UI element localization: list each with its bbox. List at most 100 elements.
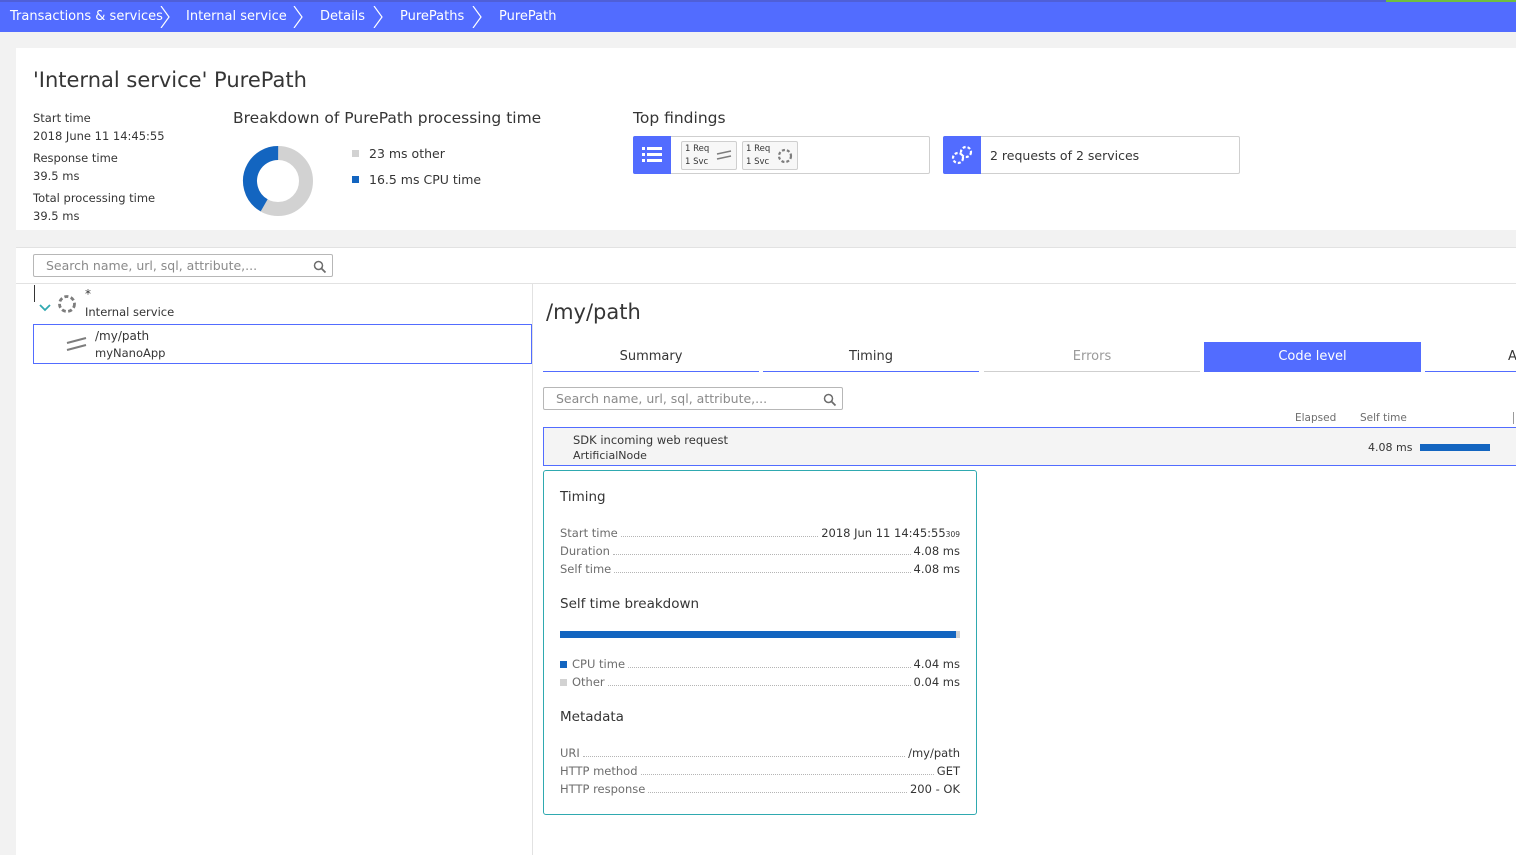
legend-other-swatch (352, 150, 359, 157)
finding-services-text: 2 requests of 2 services (990, 148, 1140, 163)
tree-search-input[interactable] (34, 255, 332, 276)
breadcrumb-label: PurePaths (400, 9, 465, 24)
search-icon[interactable] (313, 259, 327, 278)
method-self-time-bar (1420, 444, 1490, 451)
breadcrumb-purepath[interactable]: PurePath (478, 2, 598, 32)
method-row[interactable]: SDK incoming web request ArtificialNode … (543, 427, 1516, 466)
duration-value: 4.08 ms (913, 544, 960, 558)
code-search[interactable] (543, 387, 843, 410)
tree-root-name[interactable]: * (85, 287, 91, 301)
tree-node-my-path[interactable]: /my/path myNanoApp (33, 324, 532, 364)
finding-chip-web-request[interactable]: 1 Req 1 Svc (681, 141, 737, 170)
search-icon[interactable] (823, 392, 837, 411)
tab-code-level[interactable]: Code level (1204, 342, 1421, 372)
breadcrumb-label: Transactions & services (10, 9, 163, 24)
processing-time-donut[interactable] (242, 145, 314, 217)
self-time-row: Self time 4.08 ms (560, 562, 960, 576)
service-icon (57, 294, 77, 318)
web-request-icon (66, 335, 88, 357)
tree-node-name: /my/path (95, 329, 150, 343)
method-sub: ArtificialNode (573, 449, 647, 462)
breadcrumb-internal-service[interactable]: Internal service (166, 2, 303, 32)
response-time-label: Response time (33, 151, 118, 165)
legend-other-label: 23 ms other (369, 146, 445, 161)
other-time-label: Other (572, 675, 605, 689)
http-response-row: HTTP response 200 - OK (560, 782, 960, 796)
cpu-swatch (560, 661, 567, 668)
response-time-value: 39.5 ms (33, 169, 80, 183)
cpu-time-value: 4.04 ms (913, 657, 960, 671)
other-swatch (560, 679, 567, 686)
breadcrumb-label: Details (320, 9, 366, 24)
tab-summary[interactable]: Summary (543, 342, 759, 372)
tab-errors[interactable]: Errors (984, 342, 1200, 372)
legend-cpu: 16.5 ms CPU time (352, 172, 481, 187)
breadcrumb-purepaths[interactable]: PurePaths (379, 2, 482, 32)
divider (16, 283, 1516, 284)
legend-cpu-swatch (352, 176, 359, 183)
tab-overflow[interactable]: A (1425, 342, 1516, 372)
finding-chip-service[interactable]: 1 Req 1 Svc (742, 141, 798, 170)
code-search-input[interactable] (544, 388, 842, 409)
breadcrumb: Transactions & services Internal service… (0, 2, 1516, 32)
start-time-label: Start time (560, 526, 618, 540)
start-time-main: 2018 Jun 11 14:45:55 (821, 526, 946, 540)
http-method-row: HTTP method GET (560, 764, 960, 778)
tree-node-sub: myNanoApp (95, 346, 166, 360)
top-findings-title: Top findings (633, 109, 726, 127)
metadata-title: Metadata (560, 709, 624, 725)
services-link-icon (943, 136, 981, 174)
start-time-row: Start time 2018 Jun 11 14:45:55309 (560, 526, 960, 540)
text-cursor (34, 285, 35, 302)
self-time-breakdown-title: Self time breakdown (560, 596, 700, 612)
purepath-header-card: 'Internal service' PurePath Start time 2… (16, 48, 1516, 230)
list-icon (633, 136, 671, 174)
uri-value: /my/path (908, 746, 960, 760)
tab-timing[interactable]: Timing (763, 342, 979, 372)
start-time-label: Start time (33, 111, 91, 125)
other-time-row: Other 0.04 ms (560, 675, 960, 689)
self-time-breakdown-bar (560, 631, 960, 638)
purepath-tree-card: * Internal service /my/path myNanoApp /m… (16, 247, 1516, 855)
breadcrumb-transactions-services[interactable]: Transactions & services (0, 2, 170, 32)
method-self-time: 4.08 ms (1368, 441, 1413, 454)
column-self-time[interactable]: Self time (1360, 412, 1407, 424)
cpu-time-row: CPU time 4.04 ms (560, 657, 960, 671)
web-request-icon (716, 148, 732, 167)
other-time-value: 0.04 ms (913, 675, 960, 689)
start-time-ms: 309 (945, 530, 960, 539)
chevron-down-icon[interactable] (38, 298, 52, 317)
uri-row: URI /my/path (560, 746, 960, 760)
finding-requests-chips[interactable]: 1 Req 1 Svc 1 Req 1 Svc (633, 136, 930, 174)
http-response-label: HTTP response (560, 782, 646, 796)
cpu-time-label: CPU time (572, 657, 626, 671)
self-time-label: Self time (560, 562, 612, 576)
tree-search[interactable] (33, 254, 333, 277)
self-time-value: 4.08 ms (913, 562, 960, 576)
total-time-value: 39.5 ms (33, 209, 80, 223)
duration-row: Duration 4.08 ms (560, 544, 960, 558)
start-time-value: 2018 June 11 14:45:55 (33, 129, 165, 143)
uri-label: URI (560, 746, 580, 760)
pane-divider[interactable] (532, 283, 533, 855)
service-icon (777, 148, 793, 169)
http-method-value: GET (936, 764, 960, 778)
start-time-value: 2018 Jun 11 14:45:55309 (821, 526, 960, 540)
column-elapsed[interactable]: Elapsed (1295, 412, 1336, 424)
total-time-label: Total processing time (33, 191, 156, 205)
legend-other: 23 ms other (352, 146, 445, 161)
legend-cpu-label: 16.5 ms CPU time (369, 172, 482, 187)
detail-title: /my/path (546, 300, 641, 324)
timing-title: Timing (560, 489, 606, 505)
breadcrumb-label: PurePath (499, 9, 557, 24)
breakdown-title: Breakdown of PurePath processing time (233, 109, 542, 127)
duration-label: Duration (560, 544, 610, 558)
cpu-time-fill (560, 631, 956, 638)
finding-services-link[interactable]: 2 requests of 2 services (943, 136, 1240, 174)
http-response-value: 200 - OK (909, 782, 960, 796)
breadcrumb-details[interactable]: Details (299, 2, 383, 32)
http-method-label: HTTP method (560, 764, 638, 778)
column-edge (1513, 412, 1514, 424)
page-title: 'Internal service' PurePath (33, 68, 307, 92)
method-info-panel: Timing Start time 2018 Jun 11 14:45:5530… (543, 470, 977, 815)
